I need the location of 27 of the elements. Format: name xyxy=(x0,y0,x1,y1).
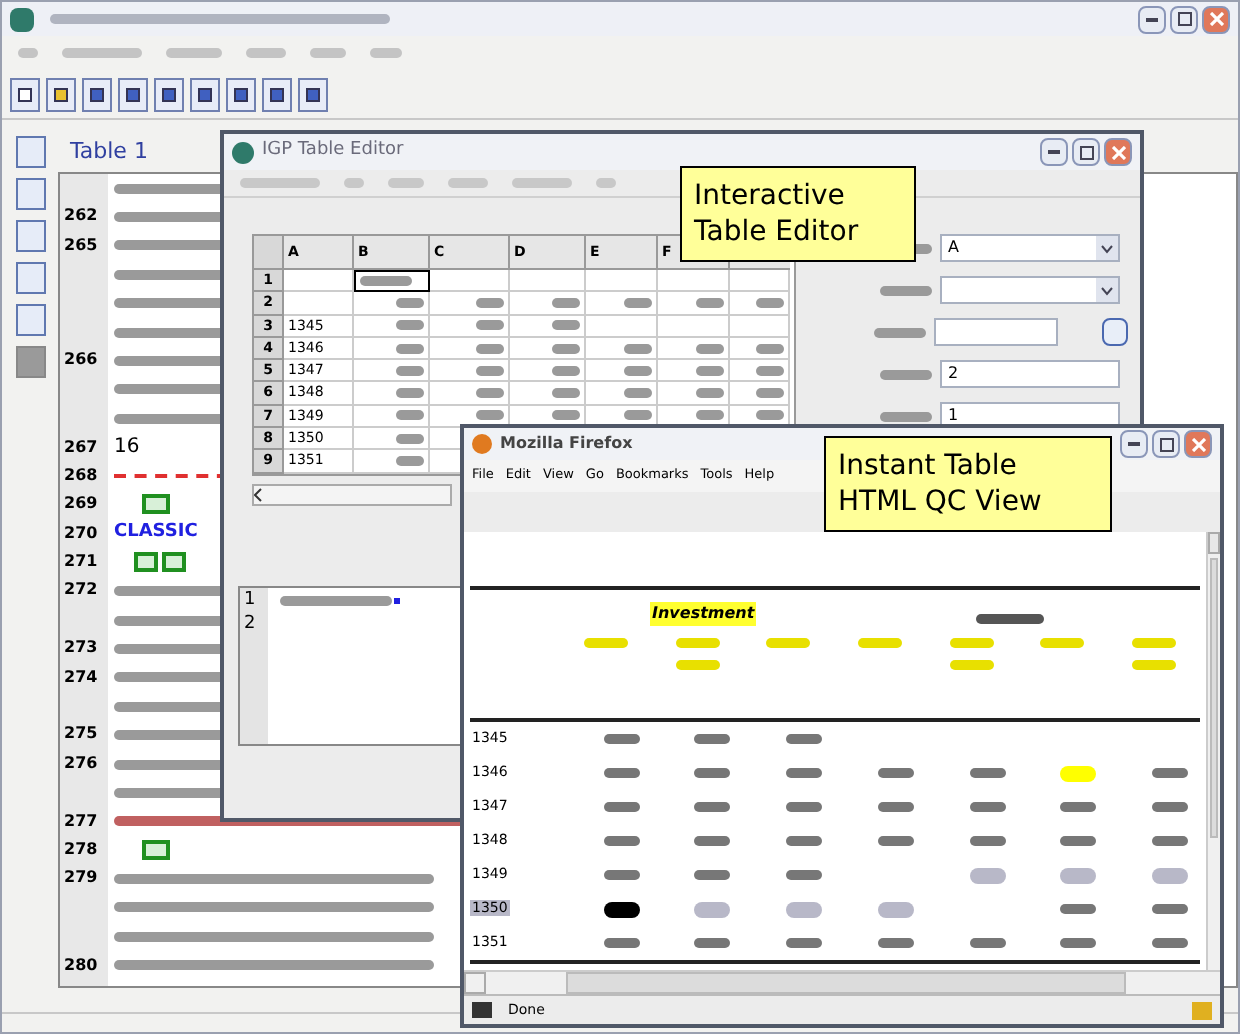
line-number: 280 xyxy=(64,955,98,974)
line-number: 275 xyxy=(64,724,98,743)
window-title: IGP Table Editor xyxy=(262,138,404,165)
line-number: 267 xyxy=(64,437,98,456)
line-number: 274 xyxy=(64,667,98,686)
line-number: 266 xyxy=(64,350,98,369)
line-number: 278 xyxy=(64,839,98,858)
callout-tooltip: Instant Table HTML QC View xyxy=(824,436,1112,532)
line-number: 279 xyxy=(64,868,98,887)
callout-tooltip: Interactive Table Editor xyxy=(680,166,916,262)
line-number: 268 xyxy=(64,465,98,484)
line-number: 270 xyxy=(64,523,98,542)
line-number: 272 xyxy=(64,580,98,599)
line-number: 276 xyxy=(64,753,98,772)
line-number: 273 xyxy=(64,638,98,657)
line-number: 2 xyxy=(244,611,258,636)
line-number: 269 xyxy=(64,494,98,513)
line-number: 277 xyxy=(64,811,98,830)
line-number: 265 xyxy=(64,235,98,254)
group-header: Investment xyxy=(650,602,757,626)
line-number: 262 xyxy=(64,206,98,225)
style-label: CLASSIC xyxy=(114,520,198,547)
window-title: Mozilla Firefox xyxy=(500,432,633,456)
line-number: 271 xyxy=(64,552,98,571)
document-text: 16 xyxy=(114,434,140,463)
line-number: 1 xyxy=(244,587,258,612)
document-heading: Table 1 xyxy=(70,135,148,168)
